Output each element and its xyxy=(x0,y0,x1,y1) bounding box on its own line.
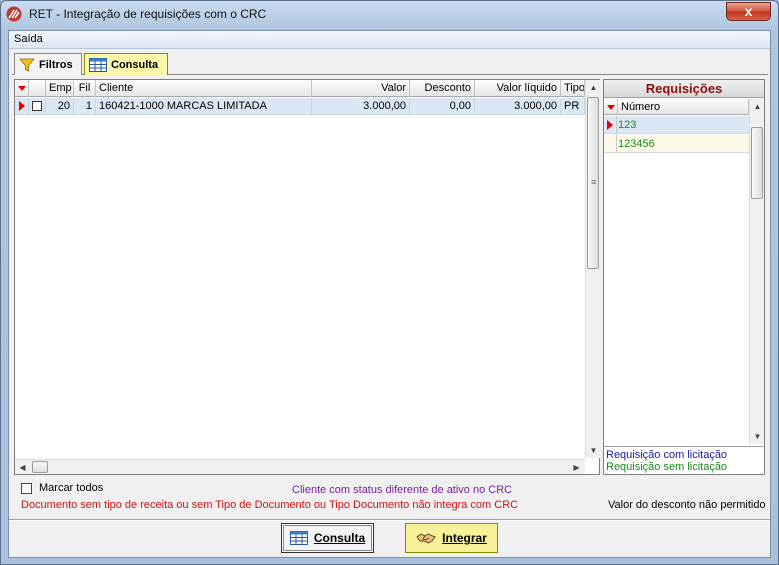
table-row[interactable]: 20 1 160421-1000 MARCAS LIMITADA 3.000,0… xyxy=(15,98,585,115)
column-header-cliente[interactable]: Cliente xyxy=(96,80,312,97)
tab-filtros[interactable]: Filtros xyxy=(14,53,82,75)
current-row-icon xyxy=(607,120,613,130)
table-icon xyxy=(289,531,308,545)
scroll-up-icon[interactable]: ▲ xyxy=(586,80,601,95)
scroll-up-icon[interactable]: ▲ xyxy=(750,99,765,114)
legend-com-licitacao: Requisição com licitação xyxy=(606,449,728,461)
grid-header: Emp Fil Cliente Valor Desconto Valor líq… xyxy=(15,80,585,97)
requisicoes-vertical-thumb[interactable] xyxy=(751,127,763,199)
select-column-header xyxy=(29,80,46,97)
tab-consulta-label: Consulta xyxy=(111,58,159,71)
consulta-button-label: Consulta xyxy=(313,531,366,545)
scroll-left-icon[interactable]: ◀ xyxy=(15,460,30,475)
funnel-icon xyxy=(19,58,35,72)
row-indicator xyxy=(604,116,617,134)
marcar-todos-control[interactable]: Marcar todos xyxy=(21,482,103,494)
window-title: RET - Integração de requisições com o CR… xyxy=(29,7,267,21)
list-item[interactable]: 123 xyxy=(604,116,749,134)
row-indicator xyxy=(604,135,617,153)
integrar-button[interactable]: Integrar xyxy=(405,523,498,553)
list-item[interactable]: 123456 xyxy=(604,135,749,153)
cell-desconto: 0,00 xyxy=(410,98,475,115)
requisicoes-header: Número xyxy=(604,99,749,115)
sort-down-icon xyxy=(18,86,26,91)
tab-strip: Filtros Consulta xyxy=(12,51,768,75)
grid-horizontal-thumb[interactable] xyxy=(32,461,48,473)
tab-filtros-label: Filtros xyxy=(39,58,73,71)
row-checkbox[interactable] xyxy=(32,101,42,111)
column-header-valor-liquido[interactable]: Valor líquido xyxy=(475,80,561,97)
status-legend: Marcar todos Cliente com status diferent… xyxy=(14,478,766,524)
sort-indicator[interactable] xyxy=(15,80,29,97)
close-window-button[interactable]: x xyxy=(726,2,771,21)
desconto-legend: Valor do desconto não permitido xyxy=(608,499,766,511)
tab-consulta[interactable]: Consulta xyxy=(84,53,168,75)
row-indicator xyxy=(15,98,29,115)
title-bar[interactable]: RET - Integração de requisições com o CR… xyxy=(1,1,778,27)
marcar-todos-label: Marcar todos xyxy=(39,482,104,494)
grid-vertical-thumb[interactable]: ≡ xyxy=(587,97,599,269)
row-select-cell xyxy=(29,98,46,115)
marcar-todos-checkbox[interactable] xyxy=(21,482,32,494)
menu-bar: Saída xyxy=(9,31,770,49)
menu-item-saida[interactable]: Saída xyxy=(14,33,43,45)
grid-horizontal-scrollbar[interactable]: ◀ ▶ xyxy=(15,459,585,474)
table-icon xyxy=(89,57,107,72)
requisicoes-panel: Requisições Número 123 123456 ▲ ▼ Requis… xyxy=(603,79,765,475)
grid-vertical-scrollbar[interactable]: ▲ ≡ ▼ xyxy=(585,80,600,458)
cell-tipo: PR xyxy=(561,98,585,115)
requisicoes-title: Requisições xyxy=(604,80,764,98)
column-header-emp[interactable]: Emp xyxy=(46,80,74,97)
main-window: RET - Integração de requisições com o CR… xyxy=(0,0,779,565)
scroll-down-icon[interactable]: ▼ xyxy=(750,429,765,444)
current-row-icon xyxy=(19,101,25,111)
cell-fil: 1 xyxy=(74,98,96,115)
scroll-down-icon[interactable]: ▼ xyxy=(586,443,601,458)
column-header-valor[interactable]: Valor xyxy=(312,80,410,97)
column-header-tipo[interactable]: Tipo xyxy=(561,80,585,97)
requisicao-numero: 123 xyxy=(618,119,637,131)
scroll-right-icon[interactable]: ▶ xyxy=(569,460,584,475)
legend-sem-licitacao: Requisição sem licitação xyxy=(606,461,728,473)
client-area: Saída Filtros Consulta Emp Fil Cliente V… xyxy=(8,30,771,558)
cell-valor: 3.000,00 xyxy=(312,98,410,115)
close-icon: x xyxy=(744,3,753,19)
req-sort-indicator[interactable] xyxy=(604,99,618,115)
cliente-status-legend: Cliente com status diferente de ativo no… xyxy=(292,484,513,496)
sort-down-icon xyxy=(607,105,615,110)
app-logo-icon xyxy=(6,6,22,22)
column-header-desconto[interactable]: Desconto xyxy=(410,80,475,97)
integrar-button-label: Integrar xyxy=(442,531,487,545)
handshake-icon xyxy=(416,533,436,544)
grip-icon: ≡ xyxy=(591,177,597,187)
cell-cliente: 160421-1000 MARCAS LIMITADA xyxy=(96,98,312,115)
requisicoes-legend: Requisição com licitação Requisição sem … xyxy=(604,446,764,474)
column-header-numero[interactable]: Número xyxy=(618,99,749,115)
documento-legend: Documento sem tipo de receita ou sem Tip… xyxy=(21,499,519,511)
requisicoes-vertical-scrollbar[interactable]: ▲ ▼ xyxy=(749,99,764,444)
requisicao-numero: 123456 xyxy=(618,138,655,150)
column-header-fil[interactable]: Fil xyxy=(74,80,96,97)
consulta-button[interactable]: Consulta xyxy=(281,523,374,553)
cell-emp: 20 xyxy=(46,98,74,115)
consulta-grid: Emp Fil Cliente Valor Desconto Valor líq… xyxy=(14,79,600,475)
cell-valor-liquido: 3.000,00 xyxy=(475,98,561,115)
footer-divider xyxy=(9,519,770,521)
